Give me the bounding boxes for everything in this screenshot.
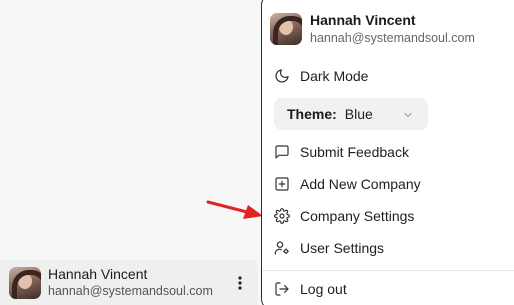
theme-select[interactable]: Theme: Blue [274, 98, 428, 130]
add-company-label: Add New Company [300, 176, 421, 192]
logout-label: Log out [300, 281, 347, 297]
log-out-icon [274, 281, 290, 297]
plus-square-icon [274, 176, 290, 192]
company-settings-item[interactable]: Company Settings [274, 205, 414, 227]
chevron-down-icon [402, 108, 414, 124]
company-settings-label: Company Settings [300, 208, 415, 224]
submit-feedback-item[interactable]: Submit Feedback [274, 141, 409, 163]
user-name: Hannah Vincent [48, 266, 148, 282]
theme-value: Blue [344, 106, 373, 122]
menu-header: Hannah Vincent hannah@systemandsoul.com [270, 11, 475, 47]
user-email: hannah@systemandsoul.com [48, 284, 213, 298]
moon-icon [274, 68, 290, 84]
user-cog-icon [274, 240, 290, 256]
user-menu-popover: Hannah Vincent hannah@systemandsoul.com … [261, 0, 514, 305]
sidebar-user-card[interactable]: Hannah Vincent hannah@systemandsoul.com [0, 260, 258, 305]
menu-user-email: hannah@systemandsoul.com [310, 31, 475, 45]
dark-mode-label: Dark Mode [300, 68, 369, 84]
user-info: Hannah Vincent hannah@systemandsoul.com [48, 265, 213, 300]
gear-icon [274, 208, 290, 224]
submit-feedback-label: Submit Feedback [300, 144, 409, 160]
more-vertical-icon[interactable] [232, 274, 248, 292]
message-square-icon [274, 144, 290, 160]
user-settings-label: User Settings [300, 240, 385, 256]
add-company-item[interactable]: Add New Company [274, 173, 421, 195]
user-settings-item[interactable]: User Settings [274, 237, 384, 259]
avatar [9, 266, 41, 299]
theme-label: Theme: [287, 106, 337, 122]
dark-mode-item[interactable]: Dark Mode [274, 65, 368, 87]
logout-item[interactable]: Log out [274, 278, 347, 300]
annotation-arrow [206, 200, 263, 219]
menu-user-name: Hannah Vincent [310, 12, 416, 28]
avatar [270, 13, 302, 45]
menu-divider [262, 270, 514, 271]
